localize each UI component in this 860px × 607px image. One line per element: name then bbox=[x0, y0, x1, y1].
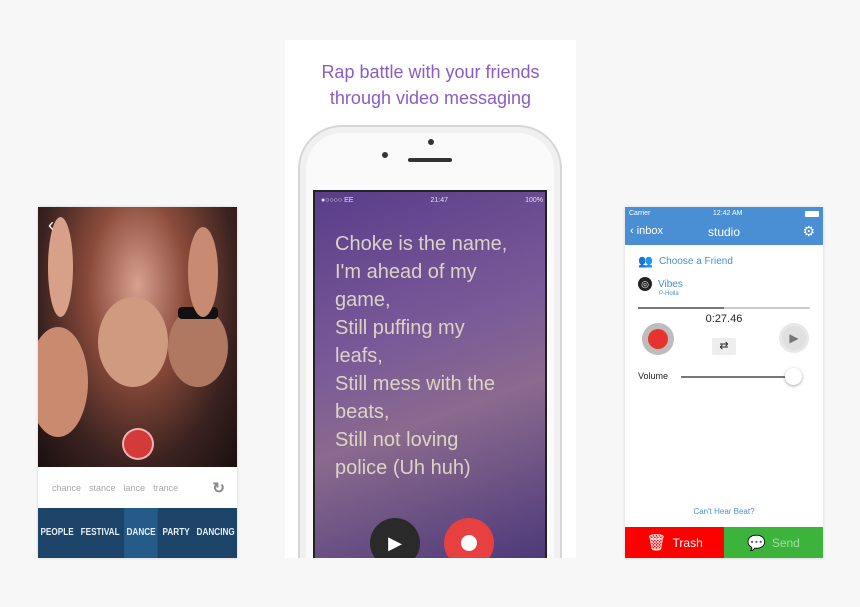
back-chevron-icon[interactable]: ‹ bbox=[48, 215, 54, 236]
sensor-icon bbox=[382, 152, 388, 158]
send-button[interactable]: 💬 Send bbox=[724, 527, 823, 558]
volume-knob[interactable] bbox=[785, 368, 803, 385]
gear-icon[interactable]: ⚙ bbox=[802, 223, 815, 240]
users-icon: 👥 bbox=[638, 254, 653, 268]
lyric-line: game, bbox=[335, 289, 391, 311]
beat-artist: P-Holla bbox=[659, 291, 679, 297]
lyric-line: I'm ahead of my bbox=[335, 261, 477, 283]
headline-line-1: Rap battle with your friends bbox=[321, 62, 540, 82]
record-button[interactable] bbox=[444, 518, 494, 558]
camera-icon bbox=[428, 139, 434, 145]
refresh-icon[interactable]: ↻ bbox=[212, 479, 225, 497]
tag-list: PEOPLE FESTIVAL DANCE PARTY DANCING bbox=[38, 508, 237, 558]
cant-hear-beat-link[interactable]: Can't Hear Beat? bbox=[625, 507, 823, 516]
status-bar: Carrier 12:42 AM bbox=[625, 207, 823, 220]
send-label: Send bbox=[771, 535, 800, 550]
choose-friend-label: Choose a Friend bbox=[658, 255, 733, 267]
lyric-line: Still not loving bbox=[335, 429, 459, 451]
progress-fill bbox=[638, 307, 724, 309]
tag-festival[interactable]: FESTIVAL bbox=[78, 508, 122, 558]
vinyl-icon: ◎ bbox=[638, 277, 652, 291]
volume-label: Volume bbox=[638, 371, 669, 381]
play-button[interactable]: ▶ bbox=[779, 323, 809, 353]
carrier: Carrier bbox=[629, 210, 651, 217]
mixer-icon[interactable]: ⇄ bbox=[712, 338, 736, 355]
carrier: ●○○○○ EE bbox=[321, 196, 354, 204]
battery-icon bbox=[805, 210, 819, 217]
tag-people[interactable]: PEOPLE bbox=[38, 508, 76, 558]
progress-bar[interactable] bbox=[638, 307, 810, 309]
play-button[interactable]: ▶ bbox=[370, 518, 420, 558]
speaker-grille bbox=[408, 158, 452, 162]
lyric-line: Choke is the name, bbox=[335, 233, 508, 255]
lyric-line: Still puffing my bbox=[335, 317, 465, 339]
choose-friend-row[interactable]: 👥 Choose a Friend bbox=[638, 254, 733, 268]
tag-dance[interactable]: DANCE bbox=[124, 508, 159, 558]
trash-icon: 🗑 bbox=[646, 534, 667, 552]
lyric-line: Still mess with the bbox=[335, 373, 496, 395]
right-screenshot: Carrier 12:42 AM ‹ inbox studio ⚙ 👥 Choo… bbox=[625, 207, 823, 558]
lyric-line: leafs, bbox=[335, 345, 383, 367]
nav-header: Carrier 12:42 AM ‹ inbox studio ⚙ bbox=[625, 207, 823, 245]
record-button[interactable] bbox=[122, 428, 154, 460]
volume-slider[interactable] bbox=[681, 376, 799, 378]
lyrics: Choke is the name, I'm ahead of my game,… bbox=[335, 230, 545, 482]
suggestion[interactable]: trance bbox=[153, 483, 178, 493]
suggestion[interactable]: lance bbox=[124, 483, 146, 493]
headline-line-2: through video messaging bbox=[329, 88, 532, 108]
phone-screen: ●○○○○ EE 21:47 100% Choke is the name, I… bbox=[313, 190, 547, 558]
trash-label: Trash bbox=[672, 535, 703, 550]
clock: 21:47 bbox=[430, 196, 449, 204]
tag-bar: PEOPLE FESTIVAL DANCE PARTY DANCING bbox=[38, 508, 237, 558]
beat-row[interactable]: ◎ Vibes bbox=[638, 277, 683, 291]
record-button[interactable] bbox=[642, 323, 674, 355]
tag-dancing[interactable]: DANCING bbox=[194, 508, 237, 558]
chat-bubble-icon: 💬 bbox=[747, 534, 766, 552]
suggestion[interactable]: chance bbox=[52, 483, 81, 493]
battery: 100% bbox=[525, 196, 543, 204]
lyric-line: beats, bbox=[335, 401, 390, 423]
suggestion[interactable]: stance bbox=[89, 483, 116, 493]
center-promo-card: Rap battle with your friends through vid… bbox=[285, 40, 576, 558]
tag-party[interactable]: PARTY bbox=[160, 508, 192, 558]
lyric-line: police (Uh huh) bbox=[335, 457, 471, 479]
left-screenshot: ‹ chance stance lance trance ↻ PEOPLE FE… bbox=[38, 207, 237, 558]
status-bar: ●○○○○ EE 21:47 100% bbox=[315, 192, 545, 208]
clock: 12:42 AM bbox=[712, 210, 743, 217]
trash-button[interactable]: 🗑 Trash bbox=[625, 527, 724, 558]
rhyme-suggestions: chance stance lance trance bbox=[38, 467, 237, 508]
page-title: studio bbox=[707, 225, 741, 239]
beat-name: Vibes bbox=[658, 278, 683, 290]
